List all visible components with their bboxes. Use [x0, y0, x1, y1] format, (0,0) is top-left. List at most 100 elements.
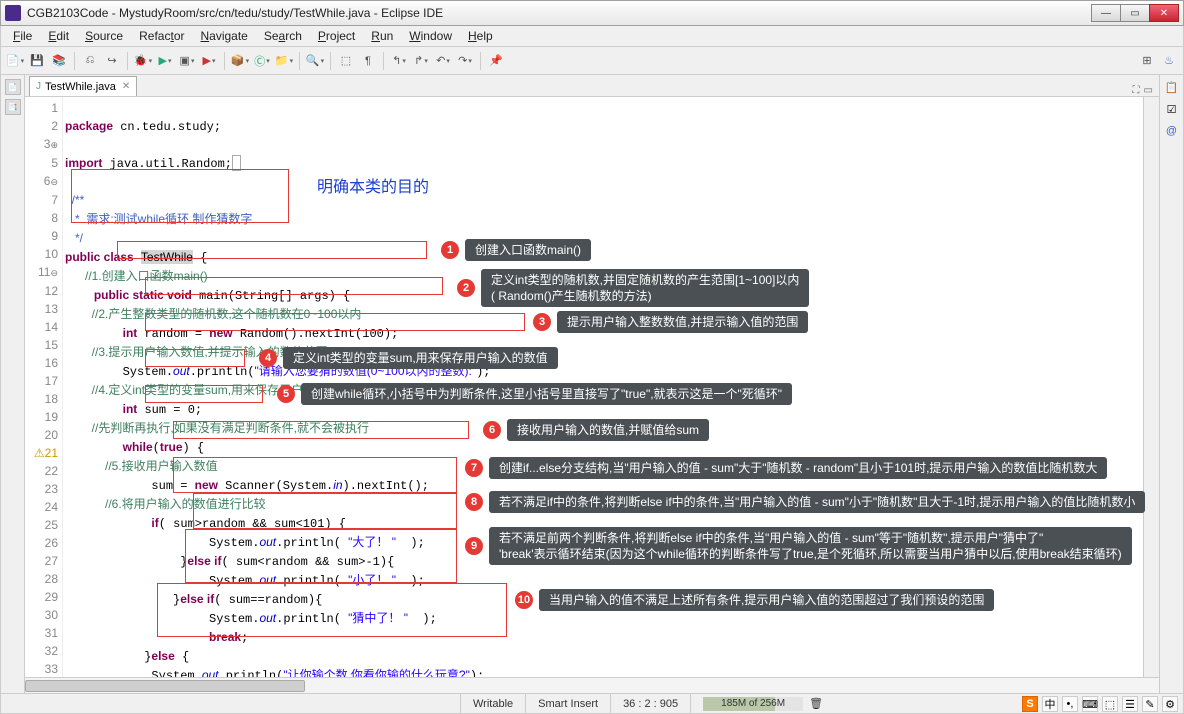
callout-4: 4定义int类型的变量sum,用来保存用户输入的数值	[259, 347, 558, 369]
menu-navigate[interactable]: Navigate	[192, 27, 255, 45]
callout-6: 6接收用户输入的数值,并赋值给sum	[483, 419, 709, 441]
memory-bar[interactable]: 185M of 256M	[703, 697, 803, 711]
ime-punct[interactable]: •,	[1062, 696, 1078, 712]
string-bad: "让你输个数,你看你输的什么玩意?"	[283, 668, 470, 677]
ime-d[interactable]: ⚙	[1162, 696, 1178, 712]
scroll-thumb[interactable]	[25, 680, 305, 692]
doc-open: /**	[65, 193, 84, 207]
comment-loop: //先判断再执行,如果没有满足判断条件,就不会被执行	[65, 421, 369, 435]
info-icon[interactable]: @	[1164, 123, 1180, 139]
vertical-scrollbar[interactable]	[1143, 97, 1159, 677]
string-big: "大了！ "	[348, 535, 396, 549]
tab-tool-1[interactable]: ⛶	[1133, 85, 1140, 96]
right-trim: 📋 ☑ @	[1159, 75, 1183, 693]
menu-source[interactable]: Source	[77, 27, 131, 45]
annotation-prev[interactable]: ↶	[433, 51, 453, 71]
new-class[interactable]: Ⓒ	[252, 51, 272, 71]
debug-button[interactable]: 🐞	[133, 51, 153, 71]
ime-keyboard[interactable]: ⌨	[1082, 696, 1098, 712]
window-title: CGB2103Code - MystudyRoom/src/cn/tedu/st…	[27, 6, 1092, 20]
perspective-button[interactable]: ⊞	[1137, 51, 1157, 71]
toggle-a[interactable]: ⬚	[336, 51, 356, 71]
class-name: TestWhile	[141, 250, 193, 264]
editor-tabs: J TestWhile.java ✕ ⛶ ▭	[25, 75, 1159, 97]
app-icon	[5, 5, 21, 21]
new-button[interactable]: 📄	[5, 51, 25, 71]
status-writable: Writable	[461, 694, 526, 713]
comment-6: //6.将用户输入的数值进行比较	[65, 497, 266, 511]
tab-close-icon[interactable]: ✕	[122, 81, 130, 92]
tab-testwhile[interactable]: J TestWhile.java ✕	[29, 76, 137, 96]
menu-run[interactable]: Run	[363, 27, 401, 45]
gc-icon[interactable]: 🗑	[809, 697, 823, 710]
callout-1: 1创建入口函数main()	[441, 239, 591, 261]
callout-3: 3提示用户输入整数数值,并提示输入值的范围	[533, 311, 808, 333]
new-java[interactable]: 📦	[230, 51, 250, 71]
menu-help[interactable]: Help	[460, 27, 501, 45]
menu-project[interactable]: Project	[310, 27, 363, 45]
tab-tool-2[interactable]: ▭	[1144, 85, 1153, 96]
horizontal-scrollbar[interactable]	[25, 677, 1159, 693]
task-icon[interactable]: ☑	[1164, 101, 1180, 117]
tab-label: TestWhile.java	[45, 81, 116, 93]
workspace: 📄 📑 J TestWhile.java ✕ ⛶ ▭ 123⊕56⊖789101…	[0, 75, 1184, 694]
annotation-next[interactable]: ↷	[455, 51, 475, 71]
status-position: 36 : 2 : 905	[611, 694, 691, 713]
menu-refactor[interactable]: Refactor	[131, 27, 192, 45]
menu-search[interactable]: Search	[256, 27, 310, 45]
tool-a[interactable]: ⎌	[80, 51, 100, 71]
close-button[interactable]: ✕	[1149, 4, 1179, 22]
ime-lang[interactable]: 中	[1042, 696, 1058, 712]
left-trim: 📄 📑	[1, 75, 25, 693]
tool-b[interactable]: ↪	[102, 51, 122, 71]
ime-tray: S 中 •, ⌨ ⬚ ☰ ✎ ⚙	[1022, 696, 1178, 712]
outline-icon[interactable]: 📋	[1164, 79, 1180, 95]
window-titlebar: CGB2103Code - MystudyRoom/src/cn/tedu/st…	[0, 0, 1184, 26]
coverage-button[interactable]: ▣	[177, 51, 197, 71]
callout-7: 7创建if...else分支结构,当"用户输入的值 - sum"大于"随机数 -…	[465, 457, 1107, 479]
open-type[interactable]: 📁	[274, 51, 294, 71]
minimize-button[interactable]: —	[1091, 4, 1121, 22]
ext-tools[interactable]: ▶	[199, 51, 219, 71]
maximize-button[interactable]: ▭	[1120, 4, 1150, 22]
save-button[interactable]: 💾	[27, 51, 47, 71]
callout-10: 10当用户输入的值不满足上述所有条件,提示用户输入值的范围超过了我们预设的范围	[515, 589, 994, 611]
run-button[interactable]: ▶	[155, 51, 175, 71]
string-small: "小了！ "	[348, 573, 396, 587]
ime-c[interactable]: ✎	[1142, 696, 1158, 712]
code-editor[interactable]: package cn.tedu.study; import java.util.…	[63, 97, 1143, 677]
string-hit: "猜中了！ "	[348, 611, 408, 625]
comment-2: //2.产生整数类型的随机数,这个随机数在0~100以内	[65, 307, 361, 321]
doc-close: */	[65, 231, 83, 245]
sogou-icon[interactable]: S	[1022, 696, 1038, 712]
line-number-gutter: 123⊕56⊖7891011⊖121314151617181920⚠212223…	[25, 97, 63, 677]
pin-button[interactable]: 📌	[486, 51, 506, 71]
menu-file[interactable]: File	[5, 27, 40, 45]
menu-bar: File Edit Source Refactor Navigate Searc…	[0, 26, 1184, 47]
callout-2: 2定义int类型的随机数,并固定随机数的产生范围[1~100]以内 ( Rand…	[457, 269, 809, 307]
comment-5: //5.接收用户输入数值	[65, 459, 218, 473]
status-bar: Writable Smart Insert 36 : 2 : 905 185M …	[0, 694, 1184, 714]
memory-text: 185M of 256M	[703, 697, 803, 711]
view-icon-2[interactable]: 📑	[5, 99, 21, 115]
callout-5: 5创建while循环,小括号中为判断条件,这里小括号里直接写了"true",就表…	[277, 383, 792, 405]
nav-next[interactable]: ↱	[411, 51, 431, 71]
java-file-icon: J	[36, 81, 41, 92]
redbox-elif2	[185, 529, 457, 583]
annotation-purpose: 明确本类的目的	[317, 179, 429, 197]
comment-1: //1.创建入口函数main()	[65, 269, 208, 283]
view-icon-1[interactable]: 📄	[5, 79, 21, 95]
menu-edit[interactable]: Edit	[40, 27, 77, 45]
callout-9: 9若不满足前两个判断条件,将判断else if中的条件,当"用户输入的值 - s…	[465, 527, 1132, 565]
java-perspective[interactable]: ♨	[1159, 51, 1179, 71]
search-button[interactable]: 🔍	[305, 51, 325, 71]
main-toolbar: 📄 💾 📚 ⎌ ↪ 🐞 ▶ ▣ ▶ 📦 Ⓒ 📁 🔍 ⬚ ¶ ↰ ↱ ↶ ↷ 📌 …	[0, 47, 1184, 75]
ime-b[interactable]: ☰	[1122, 696, 1138, 712]
toggle-b[interactable]: ¶	[358, 51, 378, 71]
ime-a[interactable]: ⬚	[1102, 696, 1118, 712]
nav-prev[interactable]: ↰	[389, 51, 409, 71]
saveall-button[interactable]: 📚	[49, 51, 69, 71]
status-insert: Smart Insert	[526, 694, 611, 713]
menu-window[interactable]: Window	[401, 27, 460, 45]
doc-body: * 需求:测试while循环 制作猜数字	[65, 212, 252, 226]
